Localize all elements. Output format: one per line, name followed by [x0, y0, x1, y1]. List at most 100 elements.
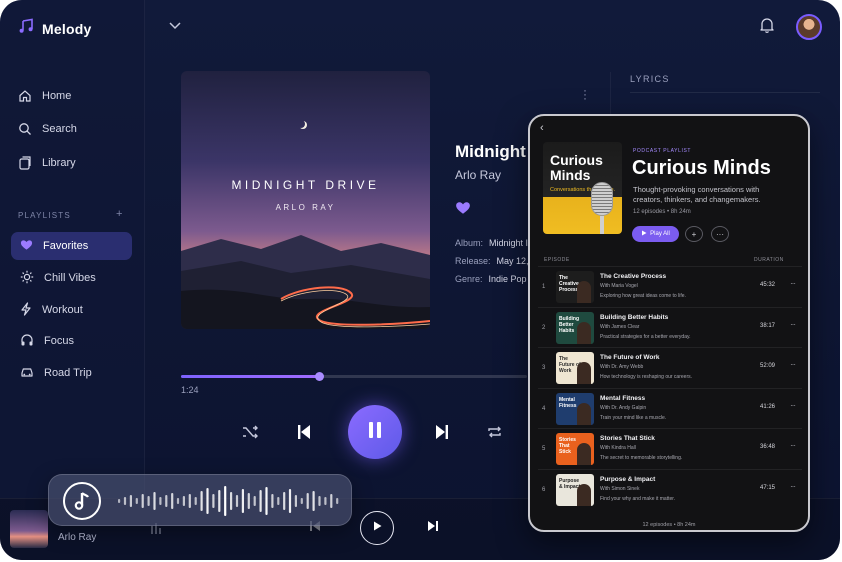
mini-play-button[interactable] — [360, 511, 394, 545]
like-heart-icon[interactable] — [455, 201, 471, 220]
previous-icon[interactable] — [295, 423, 313, 441]
more-horizontal-icon[interactable]: ··· — [790, 360, 796, 369]
album-value: Midnight I — [489, 238, 529, 248]
more-horizontal-icon[interactable]: ··· — [790, 482, 796, 491]
playlist-label: Workout — [42, 304, 83, 316]
nav-library[interactable]: Library — [18, 156, 76, 170]
more-horizontal-icon[interactable]: ··· — [790, 320, 796, 329]
more-horizontal-icon[interactable]: ··· — [711, 226, 729, 242]
episode-duration: 47:15 — [760, 484, 776, 491]
progress-fill — [181, 375, 320, 378]
episode-number: 1 — [542, 284, 546, 290]
episode-description: How technology is reshaping our careers. — [600, 374, 692, 380]
waveform-bar — [253, 496, 256, 506]
brand[interactable]: Melody — [18, 18, 91, 39]
podcast-count: 12 episodes • 8h 24m — [633, 209, 691, 215]
repeat-icon[interactable] — [486, 423, 504, 441]
waveform-bar — [300, 498, 303, 504]
cover-artist: ARLO RAY — [275, 203, 336, 212]
episode-row[interactable]: 4 Mental Fitness Mental Fitness With Dr. An… — [538, 387, 802, 428]
nav-home[interactable]: Home — [18, 89, 71, 103]
waveform-bar — [123, 497, 127, 505]
nav-search-label: Search — [42, 123, 77, 135]
playlist-focus[interactable]: Focus — [11, 327, 132, 355]
podcast-tablet-panel: ‹ Curious Minds Conversations that inspi… — [528, 114, 810, 532]
duration-column-header: DURATION — [754, 257, 784, 263]
episode-number: 5 — [542, 446, 546, 452]
mini-artist[interactable]: Arlo Ray — [58, 532, 96, 543]
more-horizontal-icon[interactable]: ··· — [790, 441, 796, 450]
waveform-bar — [324, 497, 327, 505]
episode-description: Train your mind like a muscle. — [600, 414, 667, 421]
waveform-bar — [129, 495, 132, 507]
voice-search-overlay[interactable] — [48, 474, 352, 526]
nav-home-label: Home — [42, 90, 72, 102]
genre-meta: Genre: Indie Pop — [455, 274, 527, 284]
waveform-bar — [147, 496, 150, 506]
episode-row[interactable]: 6 Purpose & Impact Purpose & Impact With Si… — [538, 468, 802, 509]
guest-portrait — [577, 443, 591, 465]
episode-guest: With Dr. Amy Webb — [600, 364, 644, 370]
track-artist[interactable]: Arlo Ray — [455, 168, 501, 182]
guest-portrait — [577, 483, 591, 506]
pause-button[interactable] — [348, 405, 402, 459]
next-icon[interactable] — [433, 423, 451, 441]
add-playlist-button[interactable]: + — [116, 208, 122, 220]
waveform-bar — [212, 494, 215, 508]
add-icon[interactable]: + — [685, 226, 703, 242]
waveform-bar — [330, 494, 333, 508]
waveform-bar — [171, 493, 174, 509]
waveform-bar — [283, 492, 286, 510]
play-all-button[interactable]: Play All — [632, 226, 679, 242]
waveform-bar — [259, 490, 262, 512]
lyrics-label: LYRICS — [630, 74, 670, 84]
cover-title: MIDNIGHT DRIVE — [231, 178, 380, 192]
guest-portrait — [577, 321, 591, 344]
episode-row[interactable]: 3 The Future of Work The Future of Work Wit… — [538, 347, 802, 387]
bell-icon[interactable] — [758, 16, 776, 39]
episode-description: The secret to memorable storytelling. — [600, 455, 683, 461]
sidebar: Melody Home Search Library PLAYLISTS + F… — [0, 0, 145, 500]
progress-bar[interactable] — [181, 372, 527, 381]
microphone-icon — [591, 182, 613, 216]
avatar[interactable] — [796, 14, 822, 40]
waveform-bar — [176, 498, 180, 504]
heart-icon — [20, 239, 33, 254]
chevron-down-icon[interactable] — [168, 18, 182, 37]
play-icon — [641, 230, 647, 238]
play-icon — [371, 519, 383, 537]
progress-handle[interactable] — [314, 372, 324, 381]
mini-next-icon[interactable] — [426, 519, 440, 538]
podcast-description: Thought-provoking conversations with cre… — [633, 185, 761, 204]
podcast-art-title: Curious Minds — [550, 152, 603, 183]
episode-title: Building Better Habits — [600, 313, 669, 321]
guest-portrait — [577, 281, 591, 303]
more-horizontal-icon[interactable]: ··· — [790, 279, 796, 288]
episode-row[interactable]: 1 The Creative Process The Creative Proces… — [538, 266, 802, 306]
waveform-bar — [218, 490, 221, 512]
more-horizontal-icon[interactable]: ··· — [790, 401, 796, 410]
shuffle-icon[interactable] — [241, 423, 259, 441]
playlist-favorites[interactable]: Favorites — [11, 232, 132, 260]
more-options-icon[interactable]: · · · — [583, 84, 587, 104]
bolt-icon — [20, 301, 32, 319]
episode-thumbnail: Building Better Habits — [556, 311, 594, 344]
episode-duration: 36:48 — [760, 444, 776, 450]
release-label: Release: — [455, 256, 491, 266]
podcast-title: Curious Minds — [632, 157, 771, 179]
waveform-bar — [188, 494, 191, 508]
mini-album-cover[interactable] — [10, 510, 48, 548]
episode-number: 2 — [542, 324, 546, 331]
waveform-bar — [224, 486, 227, 516]
playlist-road-trip[interactable]: Road Trip — [11, 359, 132, 387]
episode-row[interactable]: 5 Stories That Stick Stories That Stick Wit… — [538, 428, 802, 468]
episode-number: 4 — [542, 405, 546, 412]
app-name: Melody — [42, 20, 92, 37]
playlist-workout[interactable]: Workout — [11, 296, 132, 324]
nav-search[interactable]: Search — [18, 122, 77, 136]
back-chevron-icon[interactable]: ‹ — [540, 122, 544, 134]
home-icon — [18, 89, 32, 103]
episode-row[interactable]: 2 Building Better Habits Building Better H… — [538, 306, 802, 347]
playlist-chill-vibes[interactable]: Chill Vibes — [11, 264, 132, 292]
podcast-type-label: PODCAST PLAYLIST — [633, 148, 692, 154]
